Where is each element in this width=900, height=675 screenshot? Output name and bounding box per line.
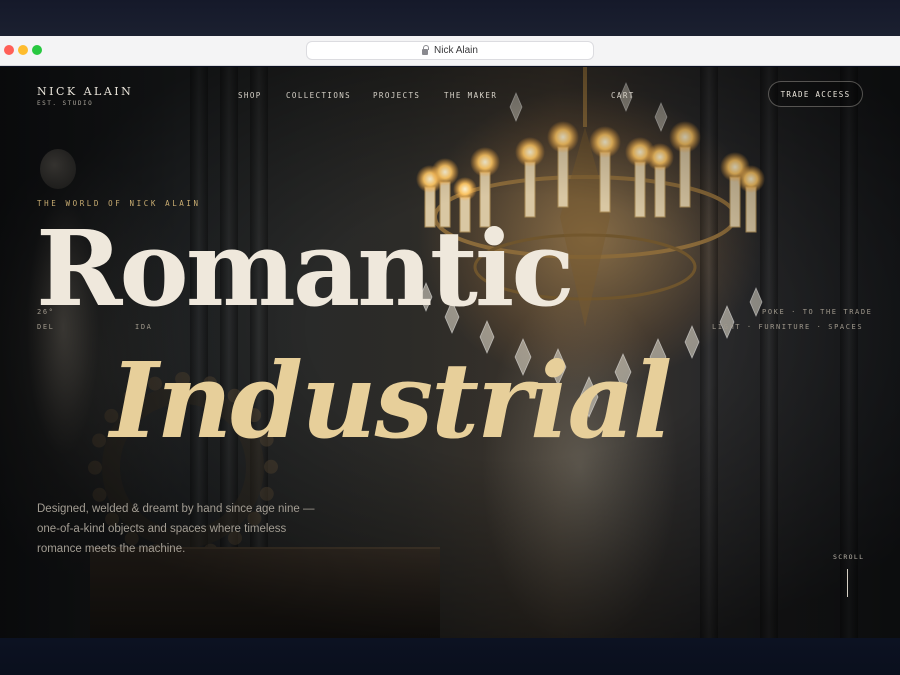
address-bar[interactable]: Nick Alain xyxy=(306,41,594,60)
browser-toolbar: Nick Alain xyxy=(0,36,900,66)
brand-logo[interactable]: NICK ALAIN EST. STUDIO xyxy=(37,85,133,107)
hero-headline-line2: Industrial xyxy=(110,339,672,462)
brand-tagline: EST. STUDIO xyxy=(37,100,94,107)
minimize-window-button[interactable] xyxy=(18,45,28,55)
lock-icon xyxy=(422,44,430,55)
hero-description: Designed, welded & dreamt by hand since … xyxy=(37,503,315,555)
nav-cart[interactable]: CART xyxy=(611,91,635,100)
nav-the-maker[interactable]: THE MAKER xyxy=(444,91,497,100)
hero-section: NICK ALAIN EST. STUDIO SHOP COLLECTIONS … xyxy=(0,67,900,638)
close-window-button[interactable] xyxy=(4,45,14,55)
meta-right-2: LIGHT · FURNITURE · SPACES xyxy=(712,323,864,331)
scroll-indicator-line xyxy=(847,569,848,597)
scroll-indicator-label[interactable]: SCROLL xyxy=(833,553,864,561)
nav-shop[interactable]: SHOP xyxy=(238,91,262,100)
nav-projects[interactable]: PROJECTS xyxy=(373,91,420,100)
desktop-background-bottom xyxy=(0,638,900,675)
maximize-window-button[interactable] xyxy=(32,45,42,55)
desktop-background-top xyxy=(0,0,900,36)
brand-name: NICK ALAIN xyxy=(37,85,134,98)
nav-collections[interactable]: COLLECTIONS xyxy=(286,91,351,100)
hero-headline-line1: Romantic xyxy=(36,207,575,330)
address-text: Nick Alain xyxy=(434,45,478,56)
meta-right-1: POKE · TO THE TRADE xyxy=(762,308,873,316)
trade-access-button[interactable]: TRADE ACCESS xyxy=(768,81,863,107)
